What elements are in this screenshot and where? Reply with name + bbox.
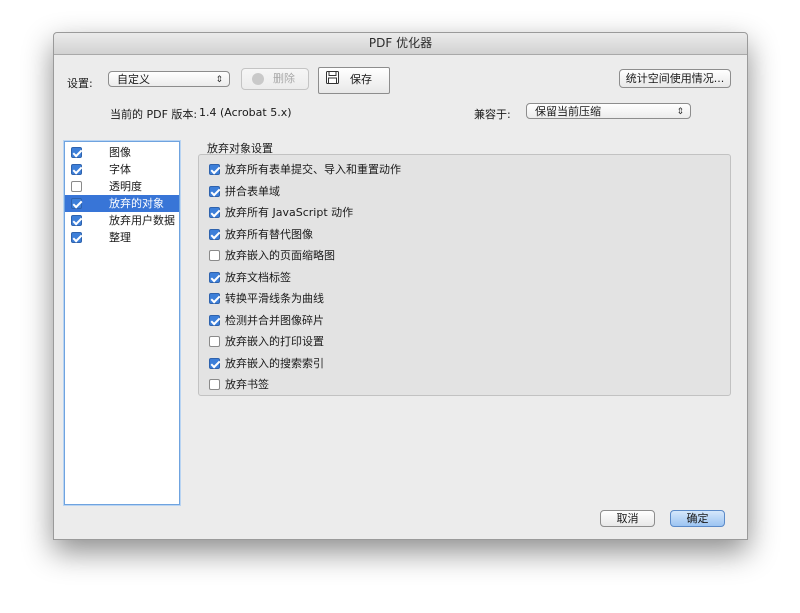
clean-up-checkbox[interactable] xyxy=(71,232,82,243)
delete-button[interactable]: 删除 xyxy=(241,68,309,90)
list-item-label: 整理 xyxy=(109,231,131,244)
category-list: 图像 字体 透明度 放弃的对象 放弃用户数据 整理 xyxy=(64,141,180,505)
settings-select-value: 自定义 xyxy=(117,73,150,86)
cancel-button[interactable]: 取消 xyxy=(600,510,655,527)
settings-label: 设置: xyxy=(67,77,93,90)
option-label: 放弃书签 xyxy=(225,378,269,391)
discard-objects-checkbox[interactable] xyxy=(71,198,82,209)
pdf-version-value: 1.4 (Acrobat 5.x) xyxy=(199,106,292,119)
list-item-label: 放弃用户数据 xyxy=(109,214,175,227)
discard-user-data-checkbox[interactable] xyxy=(71,215,82,226)
compatibility-select-value: 保留当前压缩 xyxy=(535,105,601,118)
list-item-images[interactable]: 图像 xyxy=(65,144,179,161)
option-label: 放弃所有 JavaScript 动作 xyxy=(225,206,354,219)
pdf-optimizer-dialog: PDF 优化器 设置: 自定义 ⇕ 删除 保存 统计空间使用情况... 当前的 … xyxy=(53,32,748,540)
option-checkbox[interactable] xyxy=(209,186,220,197)
settings-select[interactable]: 自定义 ⇕ xyxy=(108,71,230,87)
window-title: PDF 优化器 xyxy=(54,33,747,55)
option-checkbox[interactable] xyxy=(209,379,220,390)
option-checkbox[interactable] xyxy=(209,164,220,175)
list-item-label: 放弃的对象 xyxy=(109,197,164,210)
delete-icon xyxy=(252,73,264,85)
pdf-version-label: 当前的 PDF 版本: xyxy=(110,108,198,121)
option-checkbox[interactable] xyxy=(209,336,220,347)
ok-button[interactable]: 确定 xyxy=(670,510,725,527)
option-checkbox[interactable] xyxy=(209,315,220,326)
list-item-discard-objects[interactable]: 放弃的对象 xyxy=(65,195,179,212)
list-item-clean-up[interactable]: 整理 xyxy=(65,229,179,246)
floppy-disk-icon xyxy=(326,71,339,84)
updown-arrow-icon: ⇕ xyxy=(215,75,223,85)
images-checkbox[interactable] xyxy=(71,147,82,158)
option-label: 检测并合并图像碎片 xyxy=(225,314,324,327)
option-checkbox[interactable] xyxy=(209,229,220,240)
transparency-checkbox[interactable] xyxy=(71,181,82,192)
option-checkbox[interactable] xyxy=(209,293,220,304)
save-button-label: 保存 xyxy=(350,73,372,86)
list-item-fonts[interactable]: 字体 xyxy=(65,161,179,178)
delete-button-label: 删除 xyxy=(273,72,295,85)
list-item-label: 透明度 xyxy=(109,180,142,193)
list-item-label: 图像 xyxy=(109,146,131,159)
option-label: 放弃嵌入的搜索索引 xyxy=(225,357,324,370)
option-label: 放弃嵌入的页面缩略图 xyxy=(225,249,335,262)
list-item-discard-user-data[interactable]: 放弃用户数据 xyxy=(65,212,179,229)
list-item-label: 字体 xyxy=(109,163,131,176)
fonts-checkbox[interactable] xyxy=(71,164,82,175)
option-label: 放弃所有表单提交、导入和重置动作 xyxy=(225,163,401,176)
save-button[interactable]: 保存 xyxy=(318,67,390,94)
option-label: 转换平滑线条为曲线 xyxy=(225,292,324,305)
updown-arrow-icon: ⇕ xyxy=(676,107,684,117)
audit-space-button[interactable]: 统计空间使用情况... xyxy=(619,69,731,88)
option-label: 放弃文档标签 xyxy=(225,271,291,284)
compatibility-label: 兼容于: xyxy=(474,108,511,121)
option-label: 放弃所有替代图像 xyxy=(225,228,313,241)
compatibility-select[interactable]: 保留当前压缩 ⇕ xyxy=(526,103,691,119)
option-checkbox[interactable] xyxy=(209,358,220,369)
option-checkbox[interactable] xyxy=(209,272,220,283)
option-checkbox[interactable] xyxy=(209,250,220,261)
option-checkbox[interactable] xyxy=(209,207,220,218)
option-label: 拼合表单域 xyxy=(225,185,280,198)
option-label: 放弃嵌入的打印设置 xyxy=(225,335,324,348)
list-item-transparency[interactable]: 透明度 xyxy=(65,178,179,195)
discard-objects-panel: 放弃所有表单提交、导入和重置动作 拼合表单域 放弃所有 JavaScript 动… xyxy=(198,154,731,396)
